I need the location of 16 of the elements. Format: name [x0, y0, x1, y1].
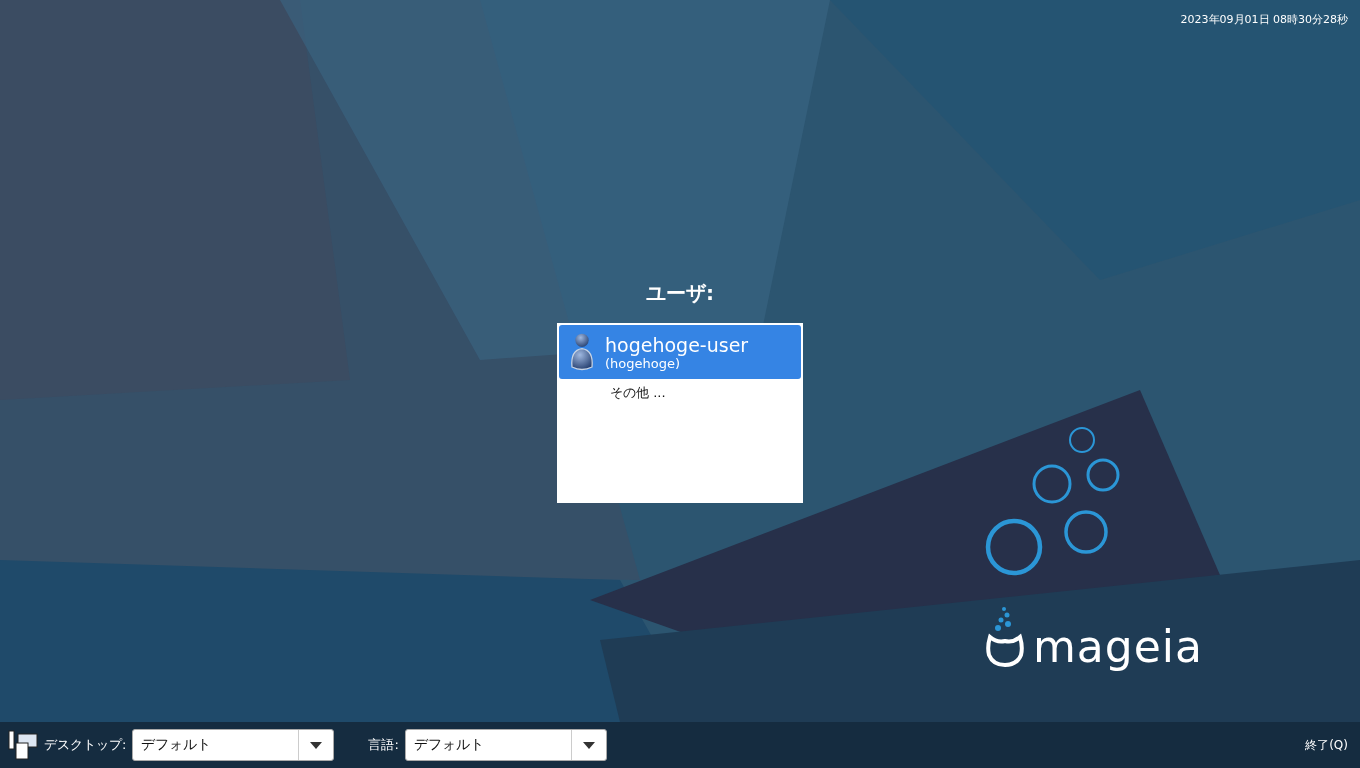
other-user-item[interactable]: その他 ... [559, 379, 801, 407]
caret-icon [582, 741, 595, 749]
caret-icon [310, 741, 323, 749]
cauldron-icon [985, 605, 1025, 669]
language-dropdown[interactable]: デフォルト [404, 729, 607, 761]
language-label: 言語: [368, 736, 399, 754]
user-name: hogehoge-user [605, 333, 749, 356]
logo-text: mageia [1033, 625, 1203, 669]
users-title: ユーザ: [646, 280, 714, 307]
user-login: (hogehoge) [605, 355, 681, 371]
clock-text: 2023年09月01日 08時30分28秒 [1180, 12, 1348, 27]
user-item[interactable]: hogehoge-user (hogehoge) [559, 325, 801, 379]
desktop-icon [8, 730, 38, 760]
desktop-dropdown[interactable]: デフォルト [132, 729, 335, 761]
quit-button[interactable]: 終了(Q) [1301, 732, 1352, 758]
desktop-label: デスクトップ: [44, 736, 127, 754]
